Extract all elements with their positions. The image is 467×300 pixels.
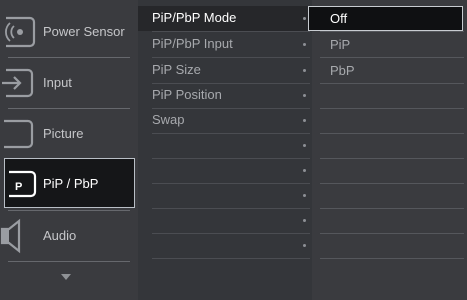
submenu-dot [303,94,306,97]
submenu-label: Swap [152,112,185,127]
submenu-empty-row [138,208,312,233]
submenu-dot [303,244,306,247]
menu-label-picture: Picture [43,126,84,141]
submenu-dot [303,43,306,46]
submenu-dot [303,17,306,20]
power-sensor-icon [0,14,36,50]
submenu-item-swap[interactable]: Swap [138,108,312,133]
submenu-empty-row [138,133,312,158]
submenu-label: PiP/PbP Mode [152,10,237,25]
options-divider [320,208,464,209]
option-label: PbP [330,63,355,78]
menu-divider [8,261,130,262]
submenu-empty-row [138,183,312,208]
speaker-icon [0,218,36,254]
submenu-dot [303,144,306,147]
submenu-empty-row [138,233,312,258]
options-divider [320,233,464,234]
submenu-item-pip-pbp-mode[interactable]: PiP/PbP Mode [138,6,312,31]
menu-item-power-sensor[interactable]: Power Sensor [0,7,138,57]
submenu-item-pip-position[interactable]: PiP Position [138,83,312,108]
menu-item-input[interactable]: Input [0,58,138,108]
submenu-label: PiP Position [152,87,222,102]
submenu-empty-row [138,158,312,183]
option-pip[interactable]: PiP [312,32,467,57]
option-off[interactable]: Off [308,6,463,31]
option-pbp[interactable]: PbP [312,58,467,83]
submenu-label: PiP/PbP Input [152,36,233,51]
menu-item-audio[interactable]: Audio [0,211,138,261]
submenu-label: PiP Size [152,62,201,77]
menu-label-input: Input [43,75,72,90]
chevron-down-icon[interactable] [61,274,71,280]
submenu-dot [303,194,306,197]
osd-menu: Power Sensor Input Picture P PiP / PbP A… [0,0,467,300]
pip-icon: P [5,166,41,202]
submenu-item-pip-pbp-input[interactable]: PiP/PbP Input [138,32,312,57]
options-divider [320,158,464,159]
option-label: Off [330,11,348,26]
options-divider [320,183,464,184]
submenu-dot [303,69,306,72]
menu-label-power-sensor: Power Sensor [43,24,125,39]
submenu-dot [303,219,306,222]
menu-item-pip-pbp[interactable]: P PiP / PbP [4,158,135,208]
input-icon [0,65,36,101]
picture-icon [0,116,36,152]
options-panel: Off PiP PbP [308,0,467,300]
options-divider [320,83,464,84]
svg-text:P: P [15,181,22,193]
submenu-dot [303,119,306,122]
options-divider [320,258,464,259]
main-menu: Power Sensor Input Picture P PiP / PbP A… [0,0,138,300]
submenu-empty-row [138,258,312,283]
options-divider [320,108,464,109]
options-divider [320,133,464,134]
menu-item-picture[interactable]: Picture [0,109,138,159]
submenu: PiP/PbP Mode PiP/PbP Input PiP Size PiP … [138,0,312,300]
menu-label-audio: Audio [43,228,77,243]
menu-label-pip-pbp: PiP / PbP [43,176,99,191]
submenu-item-pip-size[interactable]: PiP Size [138,58,312,83]
option-label: PiP [330,37,351,52]
submenu-dot [303,169,306,172]
